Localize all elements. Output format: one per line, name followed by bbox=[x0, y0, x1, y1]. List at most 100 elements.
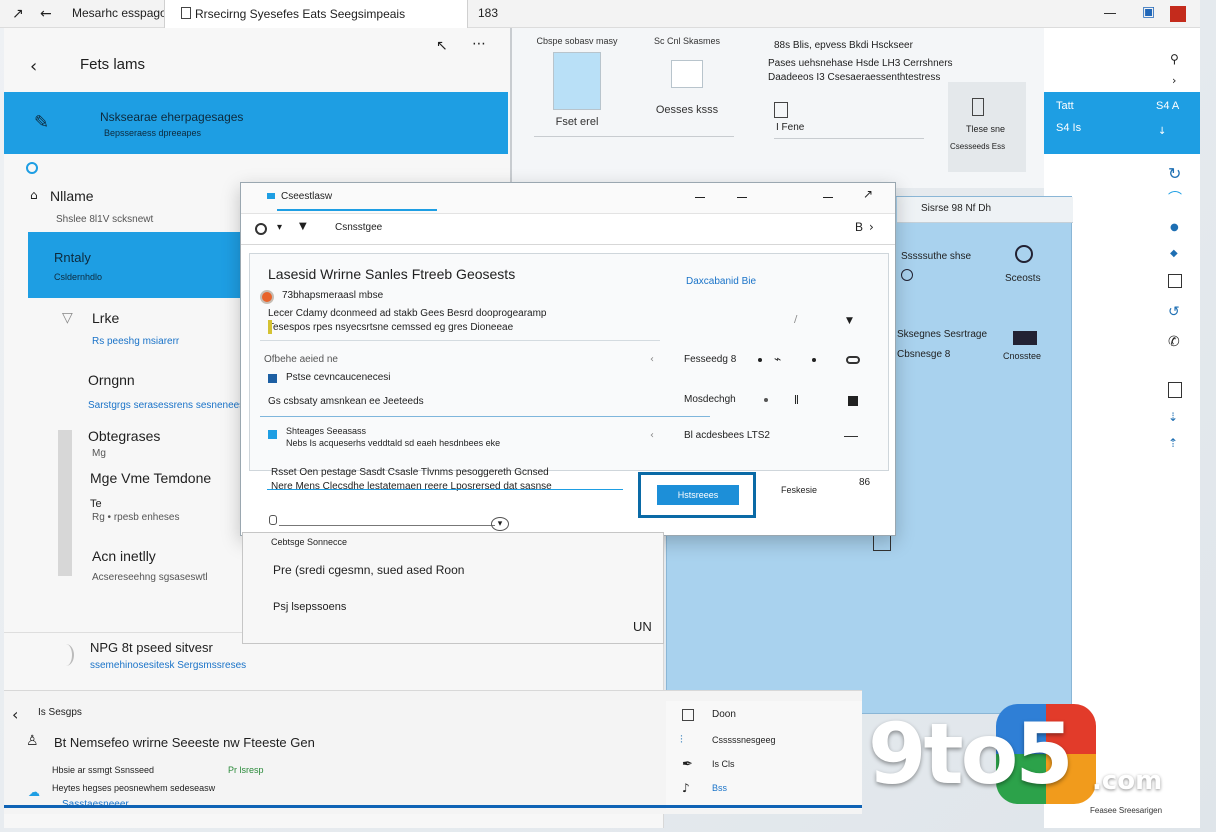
lock-icon[interactable]: ● bbox=[1170, 222, 1179, 233]
list-item-title[interactable]: Acn inetlly bbox=[92, 548, 156, 564]
item-title: Rntaly bbox=[54, 250, 91, 265]
bottom-link[interactable]: Pr lsresp bbox=[228, 765, 264, 775]
checkbox-icon[interactable] bbox=[268, 374, 277, 383]
bell-icon[interactable]: ⇡ bbox=[1168, 436, 1178, 450]
device-icon bbox=[972, 98, 984, 116]
list-item-title[interactable]: Mge Vme Temdone bbox=[90, 470, 211, 486]
chevron-right-icon[interactable]: › bbox=[869, 220, 874, 234]
scroll-indicator[interactable] bbox=[58, 430, 72, 576]
right-value: Mosdechgh bbox=[684, 394, 736, 405]
list-item[interactable]: Csssssnesgeeg bbox=[712, 735, 776, 745]
sub-dialog-line[interactable]: Psj lsepssoens bbox=[273, 601, 346, 613]
selected-category[interactable]: ✎ Nsksearae eherpagesages Bepsseraess dp… bbox=[4, 92, 508, 154]
divider bbox=[774, 138, 924, 139]
list-item-link[interactable]: Sarstgrgs serasessrens sesnenees bbox=[88, 400, 244, 411]
watermark-logo: 9to5 .com Feasee Sreesarigen bbox=[868, 702, 1198, 822]
list-item-title[interactable]: Orngnn bbox=[88, 372, 135, 388]
primary-button-label: Hstsreees bbox=[657, 485, 739, 505]
circle-icon[interactable] bbox=[1015, 245, 1033, 263]
chevron-icon[interactable]: › bbox=[1172, 74, 1176, 87]
dot-icon bbox=[764, 398, 768, 402]
arrow-icon[interactable]: ⇣ bbox=[1168, 410, 1178, 424]
tile-folder[interactable]: Sc Cnl Skasmes Oesses ksss bbox=[642, 36, 732, 116]
panel-label: Sceosts bbox=[1005, 273, 1041, 284]
list-item[interactable]: Doon bbox=[712, 709, 736, 720]
display-icon[interactable] bbox=[1168, 274, 1182, 288]
toggle-icon[interactable]: ⌁ bbox=[774, 352, 781, 366]
toolbar-label[interactable]: Csnsstgee bbox=[335, 222, 382, 233]
option-label[interactable]: Shteages Seeasass bbox=[286, 426, 366, 436]
lower-link[interactable]: ssemehinosesitesk Sergsmssreses bbox=[90, 660, 246, 671]
chevron-down-icon[interactable]: ▼ bbox=[299, 221, 307, 232]
footer-underline bbox=[267, 489, 623, 490]
restore-icon[interactable] bbox=[737, 197, 747, 198]
up-arrow-icon[interactable]: ↗ bbox=[12, 6, 24, 22]
device-icon bbox=[1013, 331, 1037, 345]
shield-icon[interactable]: ▼ bbox=[846, 316, 853, 326]
lower-title[interactable]: NPG 8t pseed sitvesr bbox=[90, 640, 213, 655]
bell-icon: ♪ bbox=[682, 781, 690, 795]
back-icon[interactable]: ‹ bbox=[12, 705, 18, 724]
list-icon[interactable] bbox=[1168, 382, 1182, 398]
mini-preview[interactable]: Tlese sne Csesseeds Ess bbox=[948, 82, 1026, 172]
phone-icon[interactable]: ✆ bbox=[1168, 334, 1180, 350]
selected-item[interactable]: Rntaly Csldernhdlo bbox=[28, 232, 248, 298]
option-label[interactable]: Gs csbsaty amsnkean ee Jeeteeds bbox=[268, 396, 424, 407]
list-item-title[interactable]: Lrke bbox=[92, 310, 119, 326]
slider-start-icon[interactable] bbox=[269, 515, 277, 525]
chevron-down-icon[interactable]: ▽ bbox=[62, 310, 73, 326]
dropdown-icon[interactable]: ▾ bbox=[277, 222, 282, 233]
close-button[interactable] bbox=[1170, 6, 1186, 22]
tile-label: Sc Cnl Skasmes bbox=[653, 36, 721, 46]
shield-icon[interactable]: ◆ bbox=[1170, 248, 1178, 259]
list-item-link[interactable]: Rs peeshg msiarerr bbox=[92, 336, 179, 347]
resize-icon[interactable]: ↖ bbox=[436, 38, 448, 54]
maximize-icon[interactable] bbox=[823, 197, 833, 198]
option-label[interactable]: Pstse cevncaucenecesi bbox=[286, 372, 391, 383]
folder-icon bbox=[671, 60, 703, 88]
search-icon[interactable]: ⚲ bbox=[1170, 52, 1179, 66]
minimize-icon[interactable] bbox=[1104, 13, 1116, 14]
slider-thumb-icon[interactable]: ▾ bbox=[491, 517, 509, 531]
primary-button[interactable]: Hstsreees bbox=[638, 472, 756, 518]
link-right[interactable]: Daxcabanid Bie bbox=[686, 276, 756, 287]
radio-icon[interactable] bbox=[901, 269, 913, 281]
refresh-icon[interactable]: ↻ bbox=[1168, 164, 1181, 183]
list-item[interactable]: Bss bbox=[712, 783, 727, 793]
checkbox-icon[interactable] bbox=[268, 430, 277, 439]
close-icon[interactable]: ↗ bbox=[863, 187, 873, 201]
sub-dialog-line[interactable]: Pre (sredi cgesmn, sued ased Roon bbox=[273, 563, 464, 577]
pill-icon[interactable] bbox=[846, 356, 860, 364]
back-label[interactable]: Is Sesgps bbox=[38, 707, 82, 718]
back-arrow-icon[interactable]: ← bbox=[40, 6, 52, 22]
footer-line: Nere Mens Clecsdhe lestatemaen reere Lpo… bbox=[271, 481, 552, 492]
refresh-icon[interactable] bbox=[255, 223, 267, 235]
back-icon[interactable]: ‹ bbox=[30, 56, 37, 77]
dialog-title: Cseestlasw bbox=[281, 191, 333, 202]
side-label: S4 Is bbox=[1056, 122, 1082, 134]
side-num: S4 A bbox=[1156, 100, 1180, 112]
minus-icon[interactable] bbox=[844, 436, 858, 437]
toolbar-right[interactable]: B bbox=[855, 220, 863, 234]
list-item-title[interactable]: Obtegrases bbox=[88, 428, 160, 444]
mini-label: Csesseeds Ess bbox=[950, 142, 1006, 151]
restore-icon[interactable]: ▣ bbox=[1142, 4, 1155, 20]
side-text: Feskesie bbox=[781, 485, 818, 495]
bottom-title[interactable]: Bt Nemsefeo wrirne Seeeste nw Fteeste Ge… bbox=[54, 735, 315, 750]
tab-active[interactable]: Rrsecirng Syesefes Eats Seegsimpeais bbox=[164, 0, 468, 30]
bottom-sub: Heytes hegses peosnewhem sedeseasw bbox=[52, 783, 216, 793]
list-item-title[interactable]: Te bbox=[90, 498, 102, 510]
sub-dialog: Cebtsge Sonnecce Pre (sredi cgesmn, sued… bbox=[242, 532, 664, 644]
list-item[interactable]: Is Cls bbox=[712, 759, 735, 769]
network-icon[interactable]: ↺ bbox=[1168, 304, 1180, 320]
panel-label: Cbsnesge 8 bbox=[897, 349, 951, 360]
slider-track[interactable] bbox=[279, 525, 495, 526]
wifi-icon[interactable]: ⌒ bbox=[1168, 188, 1182, 208]
tile-file[interactable]: Cbspe sobasv masy Fset erel bbox=[532, 36, 622, 128]
more-icon[interactable]: ⋯ bbox=[472, 36, 486, 52]
minimize-icon[interactable] bbox=[695, 197, 705, 198]
side-highlight[interactable]: Tatt S4 A S4 Is ↓ bbox=[1044, 92, 1200, 154]
chevron-icon: ‹ bbox=[650, 430, 654, 441]
stop-icon[interactable] bbox=[848, 396, 858, 406]
pause-icon[interactable]: ǁ bbox=[794, 394, 799, 405]
